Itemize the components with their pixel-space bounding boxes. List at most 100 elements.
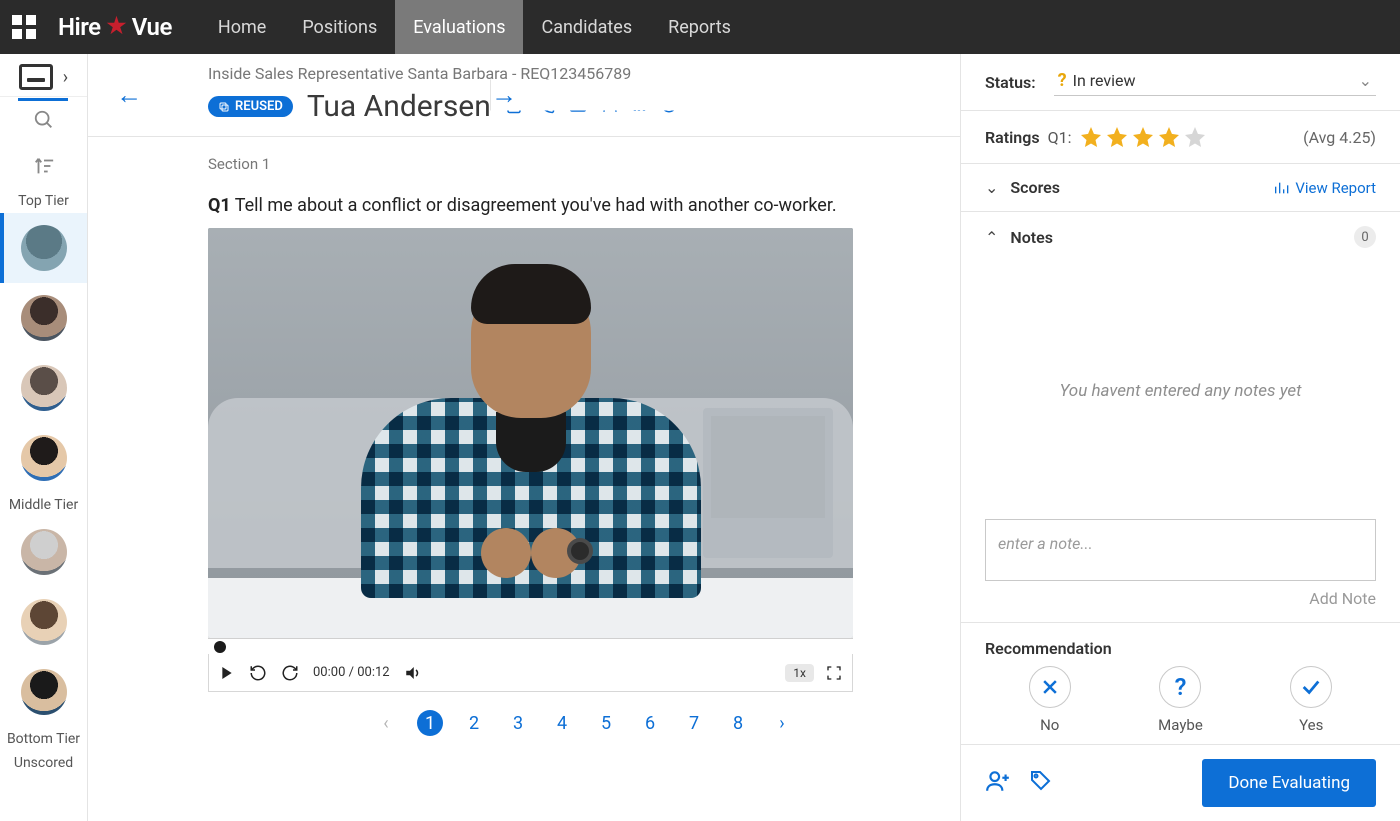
avatar xyxy=(21,599,67,645)
avatar xyxy=(21,295,67,341)
star-icon[interactable] xyxy=(1157,125,1181,149)
candidate-header: ← → Inside Sales Representative Santa Ba… xyxy=(88,54,960,137)
pager-page[interactable]: 8 xyxy=(725,710,751,736)
video-time: 00:00 / 00:12 xyxy=(313,665,390,680)
nav-reports[interactable]: Reports xyxy=(650,0,749,54)
pager-page[interactable]: 7 xyxy=(681,710,707,736)
star-icon: ★ xyxy=(107,14,126,39)
pager-page[interactable]: 2 xyxy=(461,710,487,736)
sidebar-search-button[interactable] xyxy=(0,97,87,143)
candidate-list-item[interactable] xyxy=(0,283,87,353)
nav-items: Home Positions Evaluations Candidates Re… xyxy=(200,0,749,54)
content-area: Section 1 Q1Tell me about a conflict or … xyxy=(88,137,960,821)
tier-top-label: Top Tier xyxy=(0,189,87,213)
add-person-icon[interactable] xyxy=(985,768,1011,798)
candidate-list-item[interactable] xyxy=(0,353,87,423)
sidebar-view-toggle[interactable]: › xyxy=(0,54,87,97)
pager-page[interactable]: 4 xyxy=(549,710,575,736)
status-dropdown[interactable]: ?In review ⌄ xyxy=(1054,68,1376,96)
volume-icon[interactable] xyxy=(404,664,422,682)
star-icon[interactable] xyxy=(1105,125,1129,149)
pager-page[interactable]: 1 xyxy=(417,710,443,736)
recommendation-yes[interactable]: Yes xyxy=(1290,666,1332,734)
avatar xyxy=(21,529,67,575)
recommendation-maybe[interactable]: ? Maybe xyxy=(1158,666,1203,734)
prev-candidate-button[interactable]: ← xyxy=(116,80,142,111)
status-row: Status: ?In review ⌄ xyxy=(961,54,1400,111)
question-mark-icon: ? xyxy=(1175,673,1187,701)
sidebar-sort-button[interactable] xyxy=(0,143,87,189)
video-seek-bar[interactable] xyxy=(208,638,853,654)
reused-badge: REUSED xyxy=(208,96,293,117)
nav-home[interactable]: Home xyxy=(200,0,284,54)
recommendation-no[interactable]: No xyxy=(1029,666,1071,734)
section-label: Section 1 xyxy=(208,155,960,173)
star-icon[interactable] xyxy=(1079,125,1103,149)
tier-middle-label: Middle Tier xyxy=(0,493,87,517)
x-icon xyxy=(1040,677,1060,697)
copy-icon xyxy=(218,101,230,113)
video-frame[interactable] xyxy=(208,228,853,638)
recommendation-label: Recommendation xyxy=(985,639,1376,658)
notes-empty-message: You havent entered any notes yet xyxy=(985,262,1376,519)
avatar xyxy=(21,225,67,271)
app-grid-icon[interactable] xyxy=(12,15,36,39)
nav-evaluations[interactable]: Evaluations xyxy=(395,0,523,54)
pager-page[interactable]: 3 xyxy=(505,710,531,736)
candidate-list-item[interactable] xyxy=(0,587,87,657)
brand-pre: Hire xyxy=(58,13,101,41)
top-nav: Hire★Vue Home Positions Evaluations Cand… xyxy=(0,0,1400,54)
scores-accordion[interactable]: ⌄ Scores View Report xyxy=(961,164,1400,212)
candidate-list-item[interactable] xyxy=(0,423,87,493)
video-controls: 00:00 / 00:12 1x xyxy=(208,654,853,692)
playback-speed[interactable]: 1x xyxy=(785,664,814,682)
fullscreen-icon[interactable] xyxy=(826,665,842,681)
done-evaluating-button[interactable]: Done Evaluating xyxy=(1202,759,1376,807)
card-view-icon xyxy=(19,64,53,90)
rating-average: (Avg 4.25) xyxy=(1303,128,1376,147)
play-icon[interactable] xyxy=(219,665,235,681)
question-pagination: ‹ 1 2 3 4 5 6 7 8 › xyxy=(208,710,960,736)
candidate-list-item[interactable] xyxy=(0,657,87,727)
brand-post: Vue xyxy=(132,13,172,41)
nav-positions[interactable]: Positions xyxy=(284,0,395,54)
tag-icon[interactable] xyxy=(1029,769,1053,797)
recommendation-section: Recommendation No ? Maybe Yes xyxy=(961,623,1400,745)
brand-logo[interactable]: Hire★Vue xyxy=(58,13,172,41)
note-input[interactable] xyxy=(985,519,1376,581)
pager-page[interactable]: 5 xyxy=(593,710,619,736)
evaluation-panel: Status: ?In review ⌄ Ratings Q1: (Avg 4.… xyxy=(960,54,1400,821)
forward-icon[interactable] xyxy=(281,664,299,682)
candidate-sidebar: › Top Tier Middle Tier Bottom Tier Unsco… xyxy=(0,54,88,821)
notes-accordion-header[interactable]: ⌃ Notes 0 xyxy=(961,212,1400,262)
video-player: 00:00 / 00:12 1x xyxy=(208,228,853,692)
candidate-list-item[interactable] xyxy=(0,213,87,283)
rewind-icon[interactable] xyxy=(249,664,267,682)
main-column: ← → Inside Sales Representative Santa Ba… xyxy=(88,54,960,821)
pager-next[interactable]: › xyxy=(769,710,795,736)
chart-icon xyxy=(1273,180,1289,196)
rating-stars[interactable] xyxy=(1079,125,1207,149)
pager-prev[interactable]: ‹ xyxy=(373,710,399,736)
bottom-action-bar: Done Evaluating xyxy=(961,745,1400,821)
candidate-list-item[interactable] xyxy=(0,517,87,587)
notes-body: You havent entered any notes yet Add Not… xyxy=(961,262,1400,623)
nav-candidates[interactable]: Candidates xyxy=(523,0,650,54)
check-icon xyxy=(1300,676,1322,698)
ratings-row: Ratings Q1: (Avg 4.25) xyxy=(961,111,1400,164)
pager-page[interactable]: 6 xyxy=(637,710,663,736)
tier-bottom-label: Bottom Tier xyxy=(0,727,87,751)
add-note-button[interactable]: Add Note xyxy=(985,589,1376,608)
search-icon xyxy=(33,109,55,131)
star-icon[interactable] xyxy=(1131,125,1155,149)
question-text: Q1Tell me about a conflict or disagreeme… xyxy=(208,195,960,216)
star-icon[interactable] xyxy=(1183,125,1207,149)
avatar xyxy=(21,435,67,481)
question-mark-icon: ? xyxy=(1058,70,1067,91)
ratings-question-label: Q1: xyxy=(1048,128,1072,147)
view-report-link[interactable]: View Report xyxy=(1273,179,1376,197)
chevron-down-icon: ⌄ xyxy=(1359,71,1372,90)
avatar xyxy=(21,365,67,411)
next-candidate-button[interactable]: → xyxy=(490,80,930,111)
sort-icon xyxy=(33,155,55,177)
